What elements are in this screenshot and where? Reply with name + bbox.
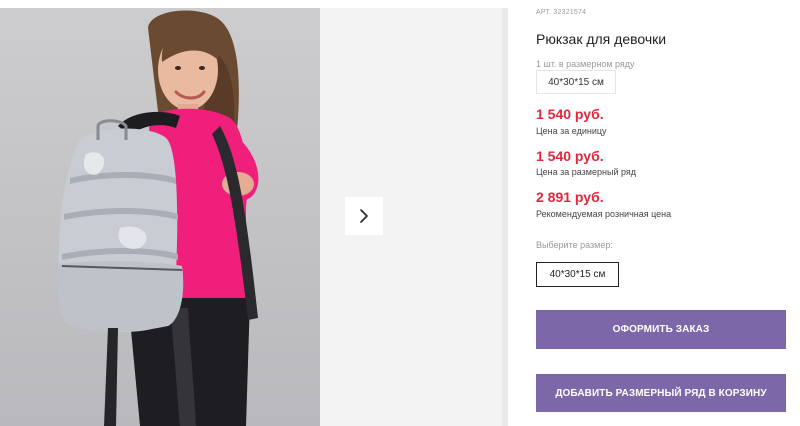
retail-price-label: Рекомендуемая розничная цена [536, 209, 672, 219]
photo-divider [502, 8, 508, 426]
product-gallery [0, 0, 508, 426]
size-selector-label: Выберите размер: [536, 240, 613, 250]
size-option[interactable]: 40*30*15 см [536, 262, 619, 287]
product-sku: АРТ. 32321574 [536, 9, 587, 16]
pack-note: 1 шт. в размерном ряду [536, 59, 635, 69]
checkout-button[interactable]: ОФОРМИТЬ ЗАКАЗ [536, 310, 786, 349]
product-info: АРТ. 32321574 Рюкзак для девочки 1 шт. в… [536, 0, 788, 426]
unit-price: 1 540 руб. [536, 106, 604, 122]
add-to-cart-button[interactable]: ДОБАВИТЬ РАЗМЕРНЫЙ РЯД В КОРЗИНУ [536, 374, 786, 412]
unit-price-label: Цена за единицу [536, 126, 607, 136]
product-photo[interactable] [0, 8, 320, 426]
pack-size-chip: 40*30*15 см [536, 70, 616, 94]
product-page: АРТ. 32321574 Рюкзак для девочки 1 шт. в… [0, 0, 800, 426]
retail-price: 2 891 руб. [536, 189, 604, 205]
pack-price-label: Цена за размерный ряд [536, 167, 637, 177]
photo-illustration [57, 10, 259, 426]
pack-price: 1 540 руб. [536, 148, 604, 164]
gallery-next-button[interactable] [345, 197, 383, 235]
product-title: Рюкзак для девочки [536, 31, 667, 47]
chevron-right-icon [358, 208, 370, 224]
